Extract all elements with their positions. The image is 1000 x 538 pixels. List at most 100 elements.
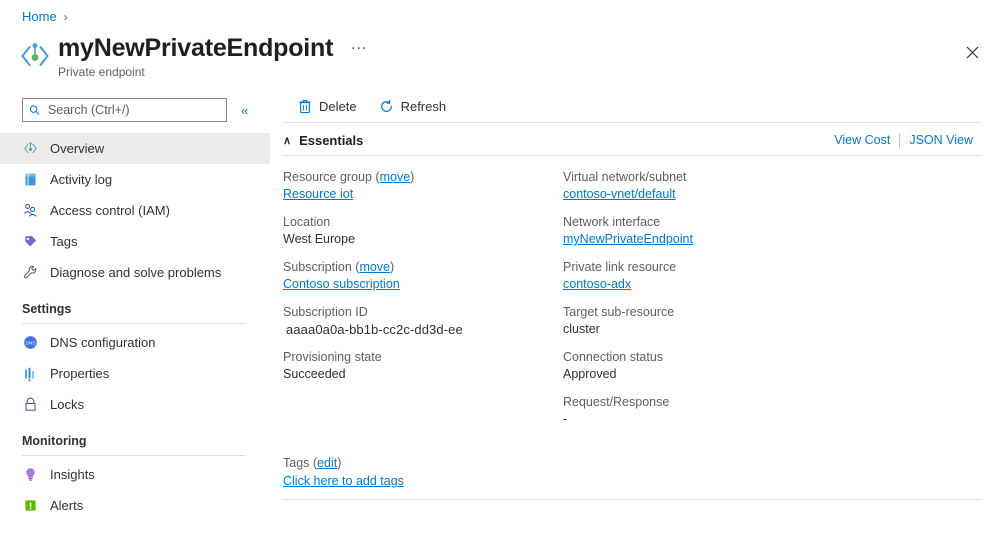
field-value: myNewPrivateEndpoint <box>563 231 841 248</box>
field-resource-group: Resource group (move) Resource iot <box>283 169 561 203</box>
divider <box>22 455 245 456</box>
essentials-toggle[interactable]: ∧ Essentials <box>283 133 363 148</box>
alerts-icon <box>22 497 39 514</box>
field-target-sub-resource: Target sub-resource cluster <box>563 304 841 338</box>
dns-icon: DNS <box>22 334 39 351</box>
sidebar-item-tags[interactable]: Tags <box>0 226 270 257</box>
refresh-icon <box>379 98 395 114</box>
close-button[interactable] <box>959 39 985 65</box>
sidebar-nav: Overview Activity log Acc <box>0 133 270 521</box>
collapse-sidebar-button[interactable]: « <box>241 104 248 117</box>
field-label: Network interface <box>563 214 841 231</box>
sidebar-item-label: Activity log <box>50 172 112 187</box>
delete-button[interactable]: Delete <box>289 93 367 119</box>
field-value: contoso-adx <box>563 276 841 293</box>
field-location: Location West Europe <box>283 214 561 248</box>
json-view-link[interactable]: JSON View <box>900 133 982 147</box>
field-value: Succeeded <box>283 366 561 383</box>
tags-value: Click here to add tags <box>283 472 982 490</box>
field-label-text: Resource group <box>283 170 372 184</box>
sidebar-item-label: Insights <box>50 467 95 482</box>
field-value: Contoso subscription <box>283 276 561 293</box>
sidebar-group-monitoring: Monitoring <box>0 434 270 456</box>
divider <box>282 122 982 123</box>
field-subscription: Subscription (move) Contoso subscription <box>283 259 561 293</box>
sidebar-item-properties[interactable]: Properties <box>0 358 270 389</box>
command-toolbar: Delete Refresh <box>281 90 1000 122</box>
sidebar-group-title: Monitoring <box>22 434 248 448</box>
essentials-links: View Cost JSON View <box>825 133 982 148</box>
field-label: Subscription ID <box>283 304 561 321</box>
resource-overview-content: Delete Refresh ∧ Essentials View Cost <box>281 90 1000 538</box>
sidebar-item-insights[interactable]: Insights <box>0 459 270 490</box>
sidebar-item-label: Alerts <box>50 498 83 513</box>
essentials-body: Resource group (move) Resource iot Locat… <box>281 156 1000 439</box>
search-icon <box>29 104 40 116</box>
subscription-link[interactable]: Contoso subscription <box>283 277 400 291</box>
breadcrumb-item-home[interactable]: Home <box>22 9 57 24</box>
trash-icon <box>297 98 313 114</box>
svg-text:DNS: DNS <box>26 341 36 346</box>
field-value: Resource iot <box>283 186 561 203</box>
view-cost-link[interactable]: View Cost <box>825 133 899 147</box>
sidebar-group-title: Settings <box>22 302 248 316</box>
essentials-right-column: Virtual network/subnet contoso-vnet/defa… <box>563 169 841 439</box>
more-options-button[interactable]: … <box>347 36 372 52</box>
sidebar-item-overview[interactable]: Overview <box>0 133 270 164</box>
field-subscription-id: Subscription ID aaaa0a0a-bb1b-cc2c-dd3d-… <box>283 304 561 338</box>
field-label: Virtual network/subnet <box>563 169 841 186</box>
sidebar-item-dns-configuration[interactable]: DNS DNS configuration <box>0 327 270 358</box>
field-label: Subscription (move) <box>283 259 561 276</box>
toolbar-button-label: Refresh <box>401 99 447 114</box>
essentials-header: ∧ Essentials View Cost JSON View <box>281 125 1000 155</box>
sidebar-item-label: Properties <box>50 366 109 381</box>
sidebar-item-locks[interactable]: Locks <box>0 389 270 420</box>
field-label: Location <box>283 214 561 231</box>
field-value: West Europe <box>283 231 561 248</box>
field-label-text: Subscription <box>283 260 352 274</box>
sidebar-item-alerts[interactable]: Alerts <box>0 490 270 521</box>
move-resource-group-link[interactable]: move <box>380 170 411 184</box>
add-tags-link[interactable]: Click here to add tags <box>283 474 404 488</box>
essentials-title: Essentials <box>299 133 363 148</box>
network-interface-link[interactable]: myNewPrivateEndpoint <box>563 232 693 246</box>
refresh-button[interactable]: Refresh <box>371 93 457 119</box>
sidebar-item-access-control[interactable]: Access control (IAM) <box>0 195 270 226</box>
field-value: cluster <box>563 321 841 338</box>
field-connection-status: Connection status Approved <box>563 349 841 383</box>
virtual-network-subnet-link[interactable]: contoso-vnet/default <box>563 187 676 201</box>
tags-section: Tags (edit) Click here to add tags <box>281 439 1000 490</box>
field-virtual-network-subnet: Virtual network/subnet contoso-vnet/defa… <box>563 169 841 203</box>
field-network-interface: Network interface myNewPrivateEndpoint <box>563 214 841 248</box>
toolbar-button-label: Delete <box>319 99 357 114</box>
field-provisioning-state: Provisioning state Succeeded <box>283 349 561 383</box>
field-value: Approved <box>563 366 841 383</box>
sidebar-item-label: Overview <box>50 141 104 156</box>
field-label: Request/Response <box>563 394 841 411</box>
field-value: - <box>563 411 841 428</box>
move-subscription-link[interactable]: move <box>359 260 390 274</box>
lock-icon <box>22 396 39 413</box>
field-label: Provisioning state <box>283 349 561 366</box>
sidebar-item-activity-log[interactable]: Activity log <box>0 164 270 195</box>
field-label: Target sub-resource <box>563 304 841 321</box>
sidebar-item-diagnose-and-solve-problems[interactable]: Diagnose and solve problems <box>0 257 270 288</box>
properties-icon <box>22 365 39 382</box>
tag-icon <box>22 233 39 250</box>
private-link-resource-link[interactable]: contoso-adx <box>563 277 631 291</box>
sidebar-item-label: Locks <box>50 397 84 412</box>
field-request-response: Request/Response - <box>563 394 841 428</box>
field-label: Private link resource <box>563 259 841 276</box>
divider <box>283 499 982 500</box>
insights-bulb-icon <box>22 466 39 483</box>
field-label: Connection status <box>563 349 841 366</box>
field-value: aaaa0a0a-bb1b-cc2c-dd3d-ee <box>283 321 561 338</box>
sidebar-item-label: Access control (IAM) <box>50 203 170 218</box>
resource-group-link[interactable]: Resource iot <box>283 187 353 201</box>
edit-tags-link[interactable]: edit <box>317 456 337 470</box>
access-control-icon <box>22 202 39 219</box>
search-box[interactable] <box>22 98 227 122</box>
search-input[interactable] <box>46 102 220 118</box>
wrench-icon <box>22 264 39 281</box>
breadcrumb: Home › <box>22 9 68 24</box>
